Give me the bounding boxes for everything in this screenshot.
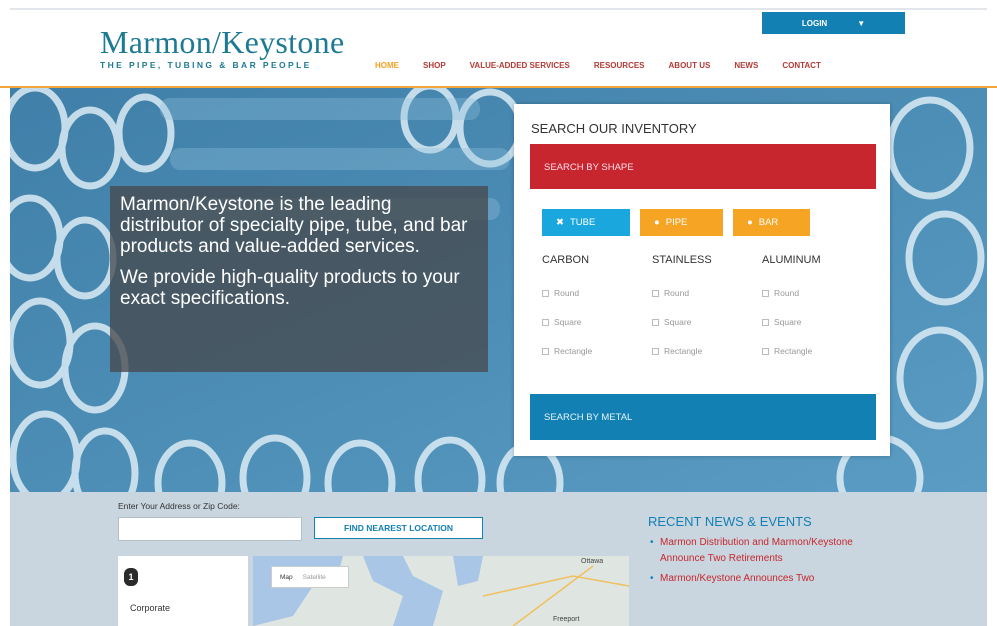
column-heading: CARBON bbox=[542, 254, 590, 266]
top-divider bbox=[10, 8, 987, 10]
option-label: Round bbox=[554, 288, 580, 298]
search-by-metal-tab[interactable]: SEARCH BY METAL bbox=[530, 394, 876, 440]
checkbox[interactable] bbox=[542, 347, 549, 355]
option-label: Round bbox=[774, 288, 800, 298]
option-label: Round bbox=[664, 288, 690, 298]
location-name: Corporate bbox=[130, 603, 171, 613]
column-heading: STAINLESS bbox=[652, 254, 712, 266]
tube-icon: ✖ bbox=[556, 217, 564, 228]
map-mode-label[interactable]: Map bbox=[280, 574, 293, 581]
nav-about-us[interactable]: ABOUT US bbox=[669, 61, 711, 70]
news-list: Marmon Distribution and Marmon/Keystone … bbox=[648, 535, 898, 591]
map-city-label: Freeport bbox=[553, 616, 580, 623]
checkbox[interactable] bbox=[542, 318, 549, 326]
bar-button[interactable]: ● BAR bbox=[733, 209, 810, 236]
hero-line-2: We provide high-quality products to your… bbox=[120, 267, 460, 309]
option-label: Square bbox=[554, 317, 582, 327]
stainless-rectangle-option[interactable]: Rectangle bbox=[652, 346, 762, 356]
option-label: Rectangle bbox=[774, 346, 813, 356]
option-label: Square bbox=[664, 317, 692, 327]
option-label: Rectangle bbox=[554, 346, 593, 356]
checkbox[interactable] bbox=[762, 318, 769, 326]
nav-value-added-services[interactable]: VALUE-ADDED SERVICES bbox=[470, 61, 570, 70]
column-heading: ALUMINUM bbox=[762, 254, 821, 266]
find-nearest-location-button[interactable]: FIND NEAREST LOCATION bbox=[314, 517, 483, 539]
aluminum-round-option[interactable]: Round bbox=[762, 288, 872, 298]
bar-label: BAR bbox=[758, 217, 779, 228]
login-button[interactable]: LOGIN ▼ bbox=[762, 12, 905, 34]
tube-button[interactable]: ✖ TUBE bbox=[542, 209, 630, 236]
nav-contact[interactable]: CONTACT bbox=[782, 61, 821, 70]
option-label: Rectangle bbox=[664, 346, 703, 356]
checkbox[interactable] bbox=[762, 347, 769, 355]
site-header: Marmon/Keystone THE PIPE, TUBING & BAR P… bbox=[0, 0, 997, 88]
inventory-search-panel: SEARCH OUR INVENTORY SEARCH BY SHAPE ✖ T… bbox=[514, 104, 890, 456]
metal-columns: CARBON Round Square Rectangle STAINLESS … bbox=[542, 254, 872, 375]
location-number-badge: 1 bbox=[124, 568, 138, 586]
pipe-label: PIPE bbox=[665, 217, 688, 228]
carbon-round-option[interactable]: Round bbox=[542, 288, 652, 298]
news-item[interactable]: Marmon/Keystone Announces Two bbox=[648, 571, 898, 587]
chevron-down-icon: ▼ bbox=[857, 18, 866, 28]
map-type-toggle[interactable]: Map Satellite bbox=[271, 566, 349, 588]
location-card[interactable]: 1 Corporate bbox=[118, 556, 248, 626]
tube-label: TUBE bbox=[569, 217, 596, 228]
logo-wordmark: Marmon/Keystone bbox=[100, 24, 345, 60]
news-item[interactable]: Marmon Distribution and Marmon/Keystone … bbox=[648, 535, 898, 567]
carbon-rectangle-option[interactable]: Rectangle bbox=[542, 346, 652, 356]
stainless-square-option[interactable]: Square bbox=[652, 317, 762, 327]
shape-filter-pills: ✖ TUBE ● PIPE ● BAR bbox=[542, 209, 810, 236]
carbon-square-option[interactable]: Square bbox=[542, 317, 652, 327]
stainless-round-option[interactable]: Round bbox=[652, 288, 762, 298]
checkbox[interactable] bbox=[762, 289, 769, 297]
aluminum-column: ALUMINUM Round Square Rectangle bbox=[762, 254, 872, 375]
hero-message: Marmon/Keystone is the leading distribut… bbox=[110, 186, 488, 372]
stainless-column: STAINLESS Round Square Rectangle bbox=[652, 254, 762, 375]
main-nav: HOME SHOP VALUE-ADDED SERVICES RESOURCES… bbox=[375, 61, 845, 70]
nav-news[interactable]: NEWS bbox=[734, 61, 758, 70]
zip-input[interactable] bbox=[118, 517, 302, 541]
hero-line-1: Marmon/Keystone is the leading distribut… bbox=[120, 194, 468, 257]
location-map[interactable]: Map Satellite Ottawa Freeport bbox=[253, 556, 629, 626]
carbon-column: CARBON Round Square Rectangle bbox=[542, 254, 652, 375]
panel-title: SEARCH OUR INVENTORY bbox=[531, 121, 697, 136]
nav-resources[interactable]: RESOURCES bbox=[594, 61, 645, 70]
nav-shop[interactable]: SHOP bbox=[423, 61, 446, 70]
pipe-icon: ● bbox=[654, 217, 660, 228]
login-label: LOGIN bbox=[801, 18, 828, 28]
news-heading: RECENT NEWS & EVENTS bbox=[648, 514, 812, 529]
aluminum-square-option[interactable]: Square bbox=[762, 317, 872, 327]
logo-tagline: THE PIPE, TUBING & BAR PEOPLE bbox=[100, 60, 312, 70]
zip-label: Enter Your Address or Zip Code: bbox=[118, 501, 240, 511]
aluminum-rectangle-option[interactable]: Rectangle bbox=[762, 346, 872, 356]
map-city-label: Ottawa bbox=[581, 558, 604, 565]
satellite-mode-label[interactable]: Satellite bbox=[303, 574, 326, 581]
checkbox[interactable] bbox=[652, 289, 659, 297]
logo[interactable]: Marmon/Keystone THE PIPE, TUBING & BAR P… bbox=[100, 26, 344, 70]
checkbox[interactable] bbox=[652, 347, 659, 355]
search-by-shape-tab[interactable]: SEARCH BY SHAPE bbox=[530, 144, 876, 189]
option-label: Square bbox=[774, 317, 802, 327]
checkbox[interactable] bbox=[652, 318, 659, 326]
pipe-button[interactable]: ● PIPE bbox=[640, 209, 723, 236]
bar-icon: ● bbox=[747, 217, 753, 228]
nav-home[interactable]: HOME bbox=[375, 61, 399, 70]
checkbox[interactable] bbox=[542, 289, 549, 297]
